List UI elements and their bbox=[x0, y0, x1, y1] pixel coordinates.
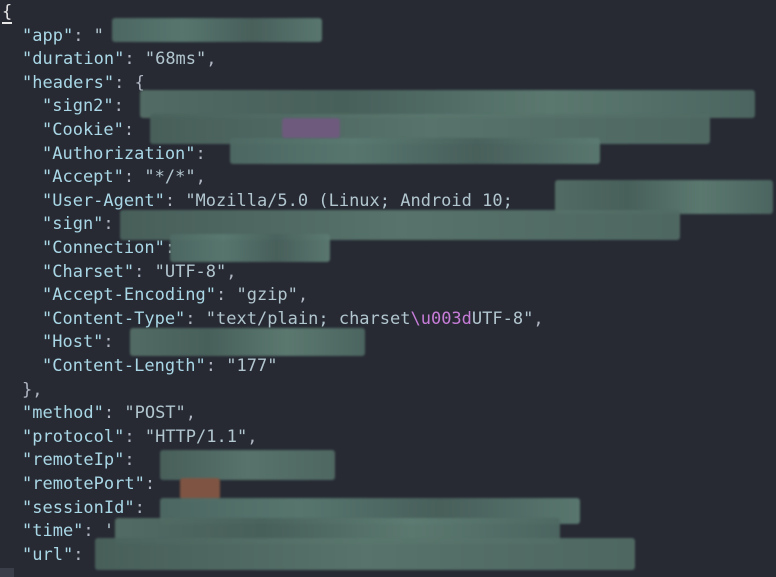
json-punctuation: : bbox=[103, 403, 125, 424]
json-key: "duration" bbox=[22, 49, 125, 70]
json-punctuation: }, bbox=[22, 379, 43, 400]
json-key: "Accept-Encoding" bbox=[42, 285, 216, 306]
json-string-value: "Mozilla/5.0 (Linux; Android 10; bbox=[185, 190, 513, 211]
json-key: "Host" bbox=[42, 332, 104, 353]
app-value-redacted bbox=[112, 18, 322, 42]
json-punctuation: , bbox=[533, 308, 544, 329]
json-punctuation: : bbox=[134, 497, 145, 518]
code-line: "Connection": bbox=[42, 237, 175, 260]
json-punctuation: : bbox=[195, 143, 206, 164]
json-string-value: "gzip" bbox=[236, 285, 298, 306]
json-key: "Cookie" bbox=[42, 120, 124, 140]
json-key: "remoteIp" bbox=[22, 450, 125, 471]
json-key: "sign2" bbox=[42, 96, 114, 117]
json-key: "url" bbox=[22, 544, 74, 565]
json-string-value: UTF-8" bbox=[471, 308, 534, 329]
escape-sequence: \u003d bbox=[410, 308, 472, 329]
code-line: "Charset": "UTF-8", bbox=[42, 261, 237, 284]
json-string-value: "*/*" bbox=[144, 167, 196, 188]
gutter-marker bbox=[0, 568, 14, 577]
json-punctuation: : bbox=[185, 308, 206, 329]
json-string-value: "text/plain; charset bbox=[205, 308, 411, 329]
json-key: "method" bbox=[22, 403, 104, 424]
json-punctuation: : bbox=[216, 285, 237, 306]
user-agent-tail-redacted bbox=[555, 180, 773, 214]
code-line: "headers": { bbox=[22, 72, 145, 95]
remote-ip-redacted bbox=[160, 450, 335, 480]
json-punctuation: : bbox=[73, 25, 94, 46]
code-line: "sessionId": bbox=[22, 497, 145, 520]
connection-value-redacted bbox=[170, 234, 330, 262]
json-punctuation: : bbox=[164, 190, 186, 211]
json-punctuation: : bbox=[124, 426, 145, 447]
json-punctuation: , bbox=[195, 167, 206, 188]
json-punctuation: : bbox=[134, 261, 155, 282]
json-key: "remotePort" bbox=[22, 474, 145, 494]
json-key: "Content-Length" bbox=[42, 356, 206, 376]
json-punctuation: , bbox=[297, 285, 309, 306]
host-value-redacted bbox=[130, 328, 365, 356]
json-punctuation: : bbox=[103, 332, 114, 353]
json-key: "User-Agent" bbox=[42, 190, 165, 211]
json-punctuation: , bbox=[247, 426, 258, 447]
code-line: "sign2": bbox=[42, 95, 124, 118]
json-key: "Authorization" bbox=[42, 143, 196, 164]
code-line: "url": bbox=[22, 544, 83, 567]
json-key: "Charset" bbox=[42, 261, 135, 282]
cookie-redaction-fragment bbox=[282, 118, 340, 138]
remote-port-redacted bbox=[180, 478, 220, 500]
url-value-redacted bbox=[95, 538, 635, 570]
json-string-value: "UTF-8" bbox=[154, 261, 227, 282]
code-line: "remoteIp": bbox=[22, 449, 135, 472]
json-key: "app" bbox=[22, 25, 74, 46]
code-line: "Content-Length": "177" bbox=[42, 355, 277, 378]
code-line: "app": " bbox=[22, 25, 104, 48]
json-punctuation: : bbox=[144, 474, 156, 494]
json-punctuation: : bbox=[124, 450, 135, 471]
json-punctuation: : bbox=[123, 120, 135, 140]
code-line: "Cookie": bbox=[42, 119, 134, 142]
json-punctuation: : bbox=[73, 544, 84, 565]
json-code-view[interactable]: {"app": " "duration": "68ms", "headers": {… bbox=[0, 0, 776, 577]
json-key: "sign" bbox=[42, 214, 104, 235]
json-string-value: "177" bbox=[226, 356, 278, 376]
code-line: "Accept-Encoding": "gzip", bbox=[42, 284, 308, 307]
json-key: "headers" bbox=[22, 72, 115, 93]
code-line: "sign": bbox=[42, 213, 114, 236]
json-key: "Accept" bbox=[42, 167, 124, 188]
json-string-value: "68ms" bbox=[144, 49, 207, 70]
json-string-value: "HTTP/1.1" bbox=[144, 426, 248, 447]
code-line: "method": "POST", bbox=[22, 402, 196, 425]
json-punctuation: : bbox=[103, 214, 114, 235]
json-key: "time" bbox=[22, 521, 84, 542]
json-punctuation: : bbox=[205, 356, 227, 376]
code-line: "remotePort": bbox=[22, 473, 155, 496]
authorization-value-redacted bbox=[230, 138, 600, 164]
json-punctuation: : bbox=[124, 49, 145, 70]
json-punctuation: : bbox=[123, 167, 145, 188]
code-line: "duration": "68ms", bbox=[22, 48, 217, 71]
code-line: "Accept": "*/*", bbox=[42, 166, 206, 189]
code-line: { bbox=[2, 1, 13, 24]
code-line: "protocol": "HTTP/1.1", bbox=[22, 426, 257, 449]
json-key: "sessionId" bbox=[22, 497, 135, 518]
json-punctuation: : bbox=[113, 96, 124, 117]
json-punctuation: , bbox=[185, 403, 197, 424]
json-string-value: " bbox=[93, 25, 104, 46]
open-brace: { bbox=[2, 2, 13, 24]
json-key: "Connection" bbox=[42, 238, 165, 258]
json-punctuation: , bbox=[206, 49, 217, 70]
code-line: "Host": bbox=[42, 331, 114, 354]
code-line: }, bbox=[22, 379, 42, 402]
json-key: "protocol" bbox=[22, 426, 125, 447]
json-string-value: "POST" bbox=[124, 403, 186, 424]
code-line: "Authorization": bbox=[42, 143, 206, 166]
json-key: "Content-Type" bbox=[42, 308, 186, 329]
json-punctuation: , bbox=[226, 261, 237, 282]
